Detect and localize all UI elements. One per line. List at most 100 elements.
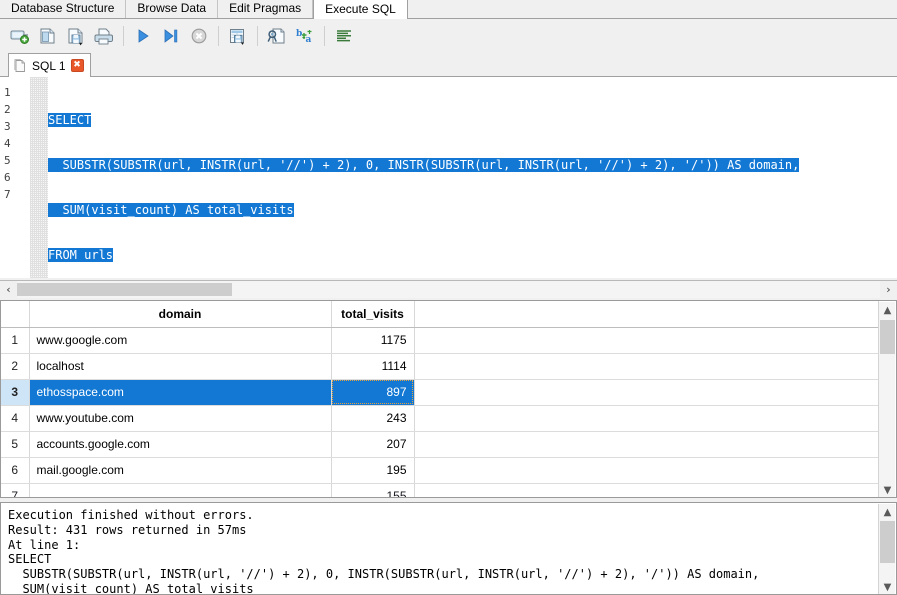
log-vertical-scrollbar[interactable]: ▲ ▼ [878,504,896,594]
code-line-text: SUBSTR(SUBSTR(url, INSTR(url, '//') + 2)… [48,158,800,172]
row-number[interactable]: 5 [1,431,30,458]
code-line: SELECT [48,112,897,129]
table-row[interactable]: 5 accounts.google.com 207 [1,431,879,458]
code-line-text: FROM urls [48,248,114,262]
print-icon [94,28,113,45]
cell-domain[interactable]: ethosspace.com [29,379,332,406]
editor-hscroll-thumb[interactable] [17,283,232,296]
cell-filler [414,431,879,458]
row-number[interactable]: 1 [1,327,30,354]
save-file-icon [68,28,83,46]
format-sql-button[interactable]: b a [291,22,319,50]
cell-domain[interactable] [29,483,332,497]
cell-filler [414,379,879,406]
scroll-up-icon[interactable]: ▲ [879,504,896,520]
column-header-rownum[interactable] [1,301,30,328]
execute-sql-window: Database Structure Browse Data Edit Prag… [0,0,897,595]
results-vscroll-thumb[interactable] [880,320,895,354]
execution-log-pane[interactable]: Execution finished without errors. Resul… [0,502,897,595]
tab-database-structure[interactable]: Database Structure [0,0,127,18]
table-row-selected[interactable]: 3 ethosspace.com 897 [1,379,879,406]
sql-tab-sql-1[interactable]: SQL 1 ✖ [8,53,91,77]
table-row[interactable]: 1 www.google.com 1175 [1,327,879,354]
table-row[interactable]: 7 155 [1,483,879,497]
scroll-down-icon[interactable]: ▼ [879,579,896,594]
close-icon[interactable]: ✖ [70,59,84,72]
row-number[interactable]: 7 [1,483,30,497]
editor-horizontal-scrollbar[interactable]: ‹ › [0,280,897,298]
sql-editor[interactable]: 1 2 3 4 5 6 7 SELECT SUBSTR(SUBSTR(url, … [0,77,897,278]
log-vscroll-thumb[interactable] [880,521,895,563]
cell-filler [414,327,879,354]
word-wrap-icon [337,30,351,42]
cell-domain[interactable]: www.google.com [29,327,332,354]
column-header-domain[interactable]: domain [29,301,332,328]
svg-text:b: b [296,29,302,39]
results-grid[interactable]: domain total_visits 1 www.google.com 117… [0,300,897,498]
column-header-total-visits[interactable]: total_visits [331,301,415,328]
stop-icon [191,28,207,44]
row-number[interactable]: 2 [1,353,30,380]
execute-current-line-button[interactable] [157,22,185,50]
tabbar-filler [407,0,897,18]
cell-total-visits[interactable]: 1175 [331,327,415,354]
table-row[interactable]: 6 mail.google.com 195 [1,457,879,484]
line-number: 3 [4,120,11,133]
find-replace-button[interactable] [263,22,291,50]
save-results-button[interactable] [224,22,252,50]
cell-domain[interactable]: www.youtube.com [29,405,332,432]
sql-code-area[interactable]: SELECT SUBSTR(SUBSTR(url, INSTR(url, '//… [48,77,897,278]
execute-all-icon [138,29,149,43]
row-number[interactable]: 6 [1,457,30,484]
cell-filler [414,353,879,380]
cell-filler [414,457,879,484]
cell-domain[interactable]: mail.google.com [29,457,332,484]
row-number[interactable]: 3 [1,379,30,406]
cell-total-visits[interactable]: 195 [331,457,415,484]
cell-total-visits[interactable]: 243 [331,405,415,432]
cell-filler [414,483,879,497]
tab-edit-pragmas[interactable]: Edit Pragmas [218,0,314,18]
row-number[interactable]: 4 [1,405,30,432]
table-row[interactable]: 4 www.youtube.com 243 [1,405,879,432]
code-line: FROM urls [48,247,897,264]
code-line: SUM(visit_count) AS total_visits [48,202,897,219]
cell-domain[interactable]: localhost [29,353,332,380]
sql-editor-tabstrip: SQL 1 ✖ [0,52,897,77]
table-row[interactable]: 2 localhost 1114 [1,353,879,380]
results-table: domain total_visits 1 www.google.com 117… [1,301,879,497]
toolbar-separator-3 [257,26,258,46]
print-button[interactable] [90,22,118,50]
execute-all-button[interactable] [129,22,157,50]
editor-hscroll-track[interactable] [17,281,880,298]
sql-tab-label: SQL 1 [32,58,66,73]
results-vertical-scrollbar[interactable]: ▲ ▼ [878,302,896,497]
open-file-icon [40,28,55,44]
tab-execute-sql[interactable]: Execute SQL [313,0,408,19]
cell-total-visits[interactable]: 155 [331,483,415,497]
format-sql-icon: b a [296,29,312,45]
word-wrap-button[interactable] [330,22,358,50]
main-tabbar: Database Structure Browse Data Edit Prag… [0,0,897,19]
cell-domain[interactable]: accounts.google.com [29,431,332,458]
save-file-button[interactable] [62,22,90,50]
tab-browse-data[interactable]: Browse Data [126,0,219,18]
cell-total-visits[interactable]: 897 [331,379,415,406]
column-header-filler [414,301,879,328]
open-file-button[interactable] [34,22,62,50]
scroll-left-icon[interactable]: ‹ [0,281,17,298]
open-tab-button[interactable] [6,22,34,50]
cell-total-visits[interactable]: 207 [331,431,415,458]
line-number: 1 [4,86,11,99]
scroll-up-icon[interactable]: ▲ [879,302,896,318]
execution-log-text: Execution finished without errors. Resul… [8,508,760,595]
svg-text:a: a [306,35,312,45]
scroll-right-icon[interactable]: › [880,281,897,298]
code-line-text: SELECT [48,113,92,127]
find-replace-icon [267,28,285,44]
line-number: 4 [4,137,11,150]
stop-button[interactable] [185,22,213,50]
cell-total-visits[interactable]: 1114 [331,353,415,380]
scroll-down-icon[interactable]: ▼ [879,482,896,497]
line-number: 6 [4,171,11,184]
